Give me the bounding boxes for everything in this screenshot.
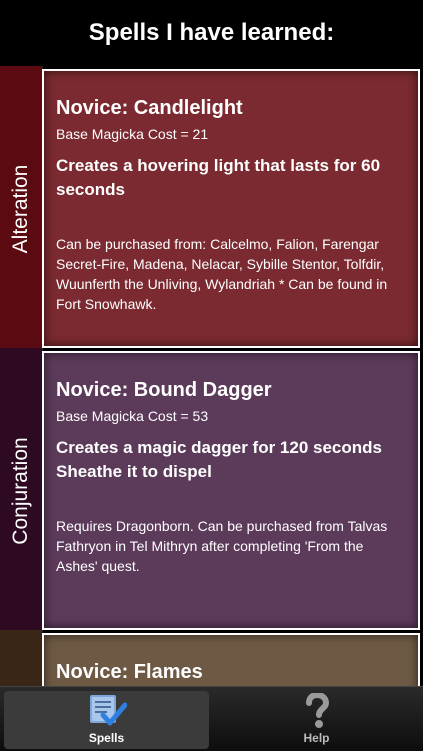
section-destruction: Novice: Flames <box>0 630 423 686</box>
spell-cost: Base Magicka Cost = 21 <box>56 126 209 142</box>
school-sidebar-destruction <box>0 630 43 686</box>
tab-bar: Spells Help <box>0 686 423 751</box>
spell-availability: Can be purchased from: Calcelmo, Falion,… <box>56 236 388 312</box>
spell-availability: Requires Dragonborn. Can be purchased fr… <box>56 518 388 574</box>
tab-help[interactable]: Help <box>214 691 419 749</box>
spell-card-candlelight[interactable]: Novice: Candlelight Base Magicka Cost = … <box>42 69 420 348</box>
school-sidebar-conjuration: Conjuration <box>0 348 43 633</box>
spell-card-bound-dagger[interactable]: Novice: Bound Dagger Base Magicka Cost =… <box>42 351 420 630</box>
tab-spells[interactable]: Spells <box>4 691 209 749</box>
school-sidebar-alteration: Alteration <box>0 66 43 351</box>
nav-bar: Spells I have learned: <box>0 0 423 66</box>
tab-label: Spells <box>88 731 125 745</box>
spell-description: Creates a magic dagger for 120 seconds S… <box>56 438 382 481</box>
spell-cost: Base Magicka Cost = 53 <box>56 408 209 424</box>
tab-label: Help <box>303 731 330 745</box>
section-alteration: Alteration Novice: Candlelight Base Magi… <box>0 66 423 351</box>
spell-list[interactable]: Alteration Novice: Candlelight Base Magi… <box>0 66 423 686</box>
spell-name: Novice: Candlelight <box>56 97 243 119</box>
school-label: Conjuration <box>9 436 32 545</box>
spell-name: Novice: Bound Dagger <box>56 379 272 401</box>
page-title: Spells I have learned: <box>88 19 335 46</box>
spell-description: Creates a hovering light that lasts for … <box>56 156 381 199</box>
section-conjuration: Conjuration Novice: Bound Dagger Base Ma… <box>0 348 423 633</box>
spellbook-check-icon <box>89 695 127 726</box>
question-mark-icon <box>305 693 329 728</box>
spell-name: Novice: Flames <box>56 661 203 683</box>
school-label: Alteration <box>9 164 32 253</box>
spell-card-flames[interactable]: Novice: Flames <box>42 633 420 686</box>
